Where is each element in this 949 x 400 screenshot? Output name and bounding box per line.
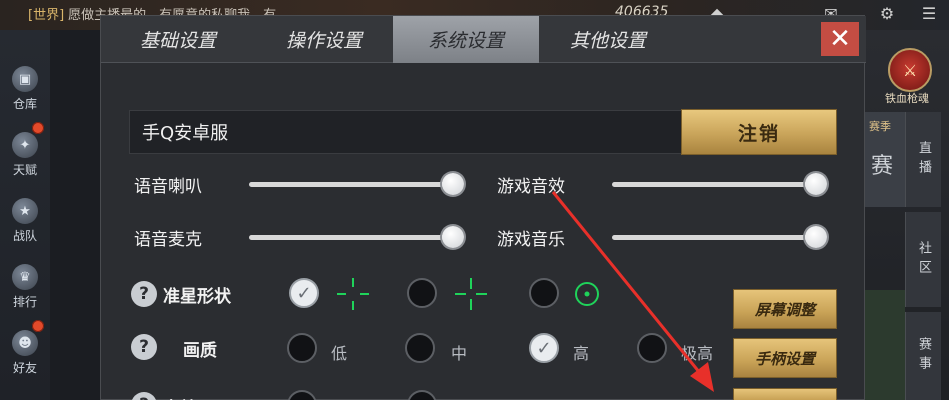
sidebar-item-warehouse[interactable]: ▣ 仓库 bbox=[0, 50, 50, 112]
partial-button[interactable] bbox=[733, 388, 837, 400]
tab-community[interactable]: 社区 bbox=[905, 212, 941, 307]
notification-dot bbox=[32, 320, 44, 332]
tab-basic-settings[interactable]: 基础设置 bbox=[105, 16, 251, 63]
close-button[interactable] bbox=[821, 22, 859, 56]
crosshair-option-2-radio[interactable] bbox=[407, 278, 437, 308]
gear-icon[interactable]: ⚙ bbox=[876, 4, 898, 23]
warehouse-icon: ▣ bbox=[12, 66, 38, 92]
sound-option-2-radio[interactable] bbox=[407, 390, 437, 400]
event-logo-label: 铁血枪魂 bbox=[885, 92, 929, 105]
voice-speaker-slider[interactable] bbox=[249, 182, 454, 187]
game-music-label: 游戏音乐 bbox=[497, 230, 565, 250]
crosshair-cross-gap-icon bbox=[337, 278, 369, 310]
quality-high-radio[interactable] bbox=[529, 333, 559, 363]
sidebar-item-team[interactable]: ★ 战队 bbox=[0, 182, 50, 244]
voice-mic-slider-handle[interactable] bbox=[442, 226, 464, 248]
settings-tab-bar: 基础设置 操作设置 系统设置 其他设置 bbox=[101, 16, 866, 63]
quality-ultra-radio[interactable] bbox=[637, 333, 667, 363]
sidebar-item-talent[interactable]: ✦ 天赋 bbox=[0, 116, 50, 178]
sound-option-1-radio[interactable] bbox=[287, 390, 317, 400]
game-sfx-label: 游戏音效 bbox=[497, 177, 565, 197]
season-banner[interactable]: 赛季 赛 bbox=[865, 112, 905, 207]
game-sfx-slider-handle[interactable] bbox=[805, 173, 827, 195]
game-music-slider[interactable] bbox=[612, 235, 817, 240]
notification-dot bbox=[32, 122, 44, 134]
quality-low-radio[interactable] bbox=[287, 333, 317, 363]
sound-row-label: 音效 bbox=[163, 394, 197, 400]
talent-icon: ✦ bbox=[12, 132, 38, 158]
voice-speaker-label: 语音喇叭 bbox=[134, 177, 202, 197]
crosshair-option-3-radio[interactable] bbox=[529, 278, 559, 308]
tab-live[interactable]: 直播 bbox=[905, 112, 941, 207]
sidebar-item-label: 天赋 bbox=[12, 163, 37, 177]
trophy-icon: ♛ bbox=[12, 264, 38, 290]
account-field: 手Q安卓服 bbox=[129, 110, 709, 154]
game-music-slider-handle[interactable] bbox=[805, 226, 827, 248]
season-banner-char: 赛 bbox=[871, 154, 894, 179]
crosshair-shape-label: 准星形状 bbox=[163, 287, 231, 307]
game-sfx-slider[interactable] bbox=[612, 182, 817, 187]
sidebar-item-label: 排行 bbox=[12, 295, 37, 309]
quality-ultra-label: 极高 bbox=[681, 344, 714, 363]
tab-events[interactable]: 赛事 bbox=[905, 312, 941, 400]
crosshair-circle-dot-icon bbox=[575, 282, 599, 306]
sidebar-item-label: 战队 bbox=[12, 229, 37, 243]
voice-speaker-slider-handle[interactable] bbox=[442, 173, 464, 195]
crosshair-cross-icon bbox=[455, 278, 487, 310]
voice-mic-label: 语音麦克 bbox=[134, 230, 202, 250]
settings-dialog: 基础设置 操作设置 系统设置 其他设置 手Q安卓服 注销 语音喇叭 游戏音效 语… bbox=[100, 15, 866, 400]
quality-medium-radio[interactable] bbox=[405, 333, 435, 363]
event-logo-icon[interactable]: ⚔ bbox=[888, 48, 932, 92]
left-sidebar: ▣ 仓库 ✦ 天赋 ★ 战队 ♛ 排行 ☻ 好友 bbox=[0, 30, 50, 400]
friends-icon: ☻ bbox=[12, 330, 38, 356]
tab-control-settings[interactable]: 操作设置 bbox=[251, 16, 397, 63]
screen-adjust-button[interactable]: 屏幕调整 bbox=[733, 289, 837, 329]
sidebar-item-label: 仓库 bbox=[12, 97, 37, 111]
quality-label: 画质 bbox=[183, 341, 217, 361]
sidebar-item-label: 好友 bbox=[12, 361, 37, 375]
tab-system-settings[interactable]: 系统设置 bbox=[393, 16, 539, 63]
team-icon: ★ bbox=[12, 198, 38, 224]
quality-medium-label: 中 bbox=[451, 344, 468, 363]
crosshair-help-icon[interactable]: ? bbox=[131, 281, 157, 307]
voice-mic-slider[interactable] bbox=[249, 235, 454, 240]
controller-settings-button[interactable]: 手柄设置 bbox=[733, 338, 837, 378]
logout-button[interactable]: 注销 bbox=[681, 109, 837, 155]
quality-low-label: 低 bbox=[331, 344, 348, 363]
sound-help-icon[interactable]: ? bbox=[131, 392, 157, 400]
crosshair-option-1-radio[interactable] bbox=[289, 278, 319, 308]
season-banner-label: 赛季 bbox=[869, 120, 891, 133]
character-thumbnail bbox=[865, 290, 905, 400]
tab-other-settings[interactable]: 其他设置 bbox=[535, 16, 681, 63]
sidebar-item-friends[interactable]: ☻ 好友 bbox=[0, 314, 50, 376]
chat-channel-tag: [世界] bbox=[28, 8, 65, 23]
quality-high-label: 高 bbox=[573, 344, 590, 363]
quality-help-icon[interactable]: ? bbox=[131, 334, 157, 360]
menu-icon[interactable]: ☰ bbox=[918, 4, 940, 23]
sidebar-item-ranking[interactable]: ♛ 排行 bbox=[0, 248, 50, 310]
